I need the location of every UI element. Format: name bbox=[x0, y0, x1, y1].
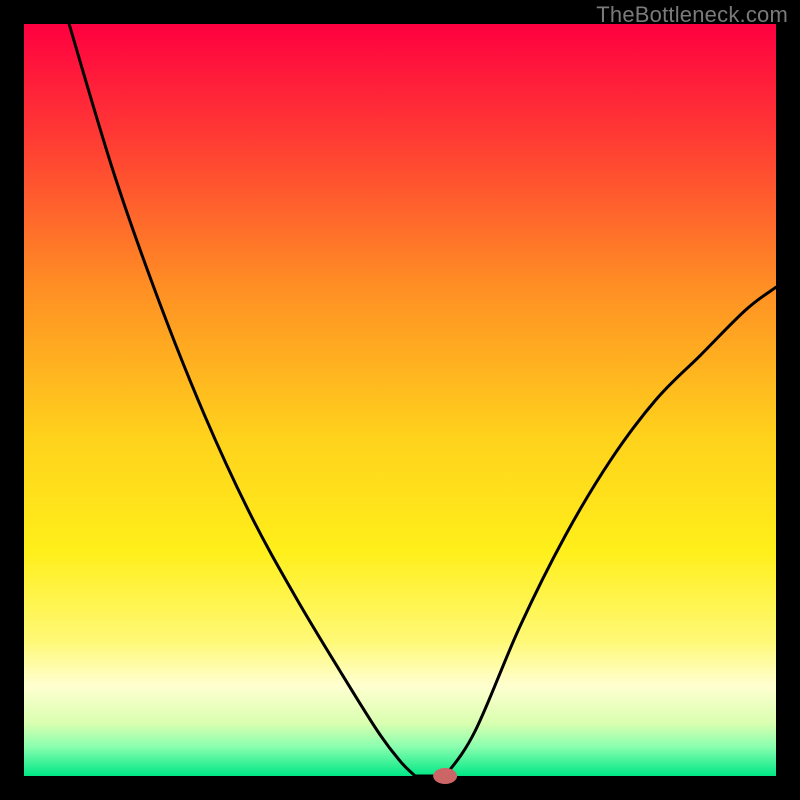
watermark: TheBottleneck.com bbox=[596, 2, 788, 28]
gradient-plot-area bbox=[24, 24, 776, 776]
optimum-marker bbox=[433, 768, 457, 784]
chart-frame bbox=[0, 0, 800, 800]
bottleneck-chart bbox=[0, 0, 800, 800]
